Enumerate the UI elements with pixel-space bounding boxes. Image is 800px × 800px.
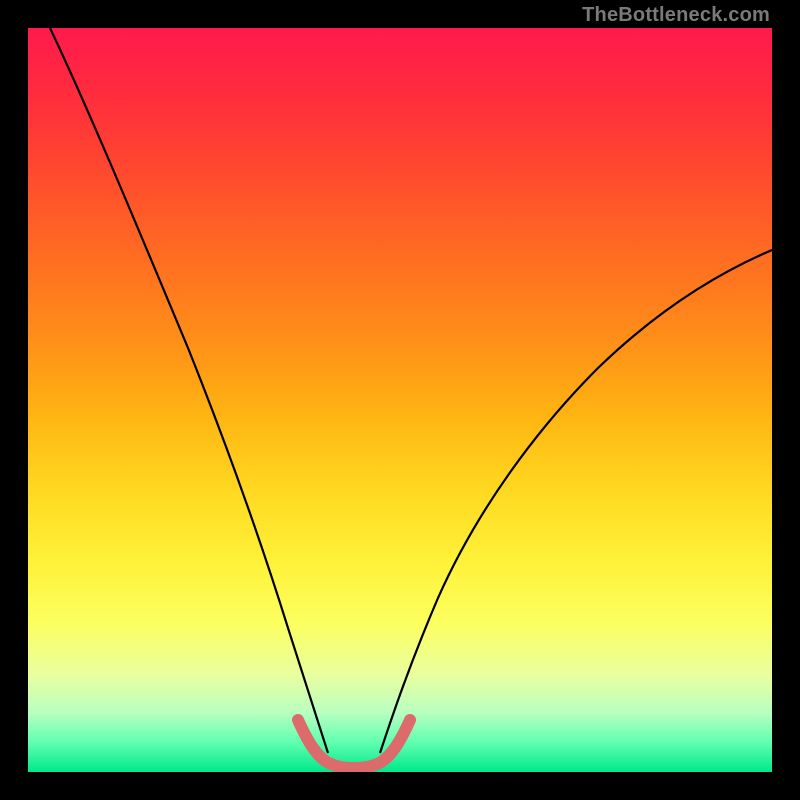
plot-area	[28, 28, 772, 772]
curve-svg	[28, 28, 772, 772]
left-curve-path	[50, 28, 328, 753]
well-highlight-path	[298, 720, 410, 768]
right-curve-path	[380, 250, 772, 753]
chart-frame: TheBottleneck.com	[0, 0, 800, 800]
watermark-text: TheBottleneck.com	[582, 4, 770, 27]
